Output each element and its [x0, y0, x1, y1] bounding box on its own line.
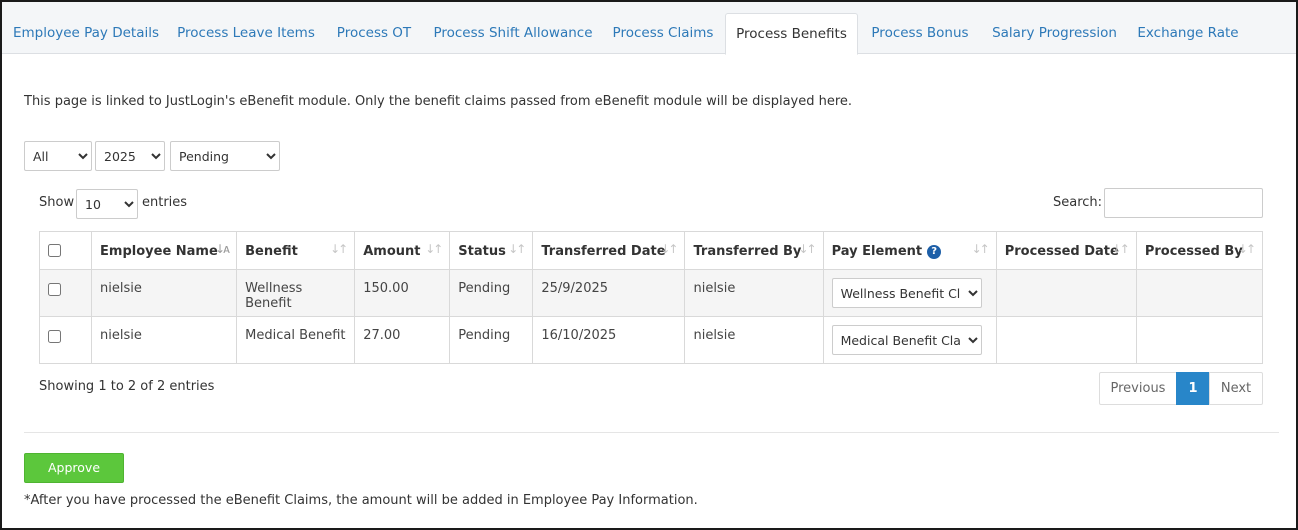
benefits-table: Employee Name ↓ᴀ Benefit ↓↑ Amount ↓↑ St… — [38, 231, 1264, 364]
sort-arrows-icon: ↓↑ — [660, 242, 678, 256]
row-select-cell — [38, 316, 93, 364]
transferred-by-cell: nielsie — [684, 269, 824, 317]
divider — [24, 432, 1279, 433]
row-select-cell — [38, 269, 93, 317]
sort-arrows-icon: ↓↑ — [798, 242, 816, 256]
column-header-processed-date[interactable]: Processed Date ↓↑ — [995, 231, 1137, 270]
pay-element-select[interactable]: Wellness Benefit Cl — [831, 278, 982, 308]
scope-filter-select[interactable]: All — [24, 141, 92, 171]
row-checkbox[interactable] — [48, 283, 61, 296]
page-frame: Employee Pay Details Process Leave Items… — [0, 0, 1298, 530]
column-header-employee-name[interactable]: Employee Name ↓ᴀ — [91, 231, 238, 270]
sort-arrows-icon: ↓↑ — [1111, 242, 1130, 256]
tab-bar: Employee Pay Details Process Leave Items… — [2, 2, 1296, 55]
tab-process-benefits[interactable]: Process Benefits — [725, 13, 858, 55]
tab-process-claims[interactable]: Process Claims — [602, 13, 724, 54]
amount-cell: 27.00 — [354, 316, 451, 364]
tab-employee-pay-details[interactable]: Employee Pay Details — [6, 13, 166, 54]
benefit-cell: Wellness Benefit — [236, 269, 356, 317]
column-header-transferred-date[interactable]: Transferred Date ↓↑ — [532, 231, 686, 270]
table-info-text: Showing 1 to 2 of 2 entries — [39, 379, 215, 394]
table-header-row: Employee Name ↓ᴀ Benefit ↓↑ Amount ↓↑ St… — [38, 231, 1264, 270]
question-circle-icon[interactable]: ? — [927, 245, 942, 259]
column-header-status[interactable]: Status ↓↑ — [449, 231, 534, 270]
entries-label: entries — [142, 195, 188, 210]
year-filter-select[interactable]: 2025 — [95, 141, 165, 171]
sort-arrows-icon: ↓↑ — [508, 242, 526, 256]
processed-by-cell — [1135, 316, 1264, 364]
column-header-transferred-by[interactable]: Transferred By ↓↑ — [684, 231, 824, 270]
column-header-label: Processed Date — [1004, 244, 1119, 259]
transferred-date-cell: 25/9/2025 — [532, 269, 686, 317]
transferred-date-cell: 16/10/2025 — [532, 316, 686, 364]
tab-process-bonus[interactable]: Process Bonus — [860, 13, 980, 54]
approve-button[interactable]: Approve — [24, 453, 124, 483]
column-header-label: Processed By — [1144, 244, 1243, 259]
processed-date-cell — [995, 269, 1137, 317]
sort-alpha-down-icon: ↓ᴀ — [214, 242, 230, 256]
row-checkbox[interactable] — [48, 330, 61, 343]
column-header-label: Employee Name — [100, 244, 218, 259]
table-row: nielsie Wellness Benefit 150.00 Pending … — [38, 269, 1264, 317]
processed-date-cell — [995, 316, 1137, 364]
select-all-header — [38, 231, 93, 270]
sort-arrows-icon: ↓↑ — [330, 242, 348, 256]
column-header-label: Status — [458, 244, 506, 259]
page-1-button[interactable]: 1 — [1176, 372, 1210, 405]
column-header-label: Pay Element — [831, 244, 923, 259]
column-header-processed-by[interactable]: Processed By ↓↑ — [1135, 231, 1264, 270]
sort-arrows-icon: ↓↑ — [971, 242, 990, 256]
footnote-text: *After you have processed the eBenefit C… — [24, 493, 698, 508]
processed-by-cell — [1135, 269, 1264, 317]
table-row: nielsie Medical Benefit 27.00 Pending 16… — [38, 316, 1264, 364]
pay-element-cell: Wellness Benefit Cl — [822, 269, 997, 317]
column-header-label: Transferred By — [693, 244, 802, 259]
column-header-amount[interactable]: Amount ↓↑ — [354, 231, 451, 270]
column-header-label: Amount — [363, 244, 421, 259]
previous-page-button[interactable]: Previous — [1099, 372, 1177, 405]
sort-arrows-icon: ↓↑ — [425, 242, 443, 256]
tab-process-leave-items[interactable]: Process Leave Items — [168, 13, 324, 54]
column-header-benefit[interactable]: Benefit ↓↑ — [236, 231, 356, 270]
column-header-pay-element[interactable]: Pay Element? ↓↑ — [822, 231, 997, 270]
show-label: Show — [39, 195, 75, 210]
search-label: Search: — [1053, 195, 1103, 210]
employee-name-cell: nielsie — [91, 316, 238, 364]
tab-salary-progression[interactable]: Salary Progression — [982, 13, 1127, 54]
status-cell: Pending — [449, 316, 534, 364]
select-all-checkbox[interactable] — [48, 244, 61, 257]
sort-arrows-icon: ↓↑ — [1237, 242, 1256, 256]
transferred-by-cell: nielsie — [684, 316, 824, 364]
tab-exchange-rate[interactable]: Exchange Rate — [1128, 13, 1248, 54]
employee-name-cell: nielsie — [91, 269, 238, 317]
info-text: This page is linked to JustLogin's eBene… — [24, 94, 853, 109]
entries-length-select[interactable]: 10 — [76, 189, 138, 219]
benefit-cell: Medical Benefit — [236, 316, 356, 364]
column-header-label: Benefit — [245, 244, 298, 259]
amount-cell: 150.00 — [354, 269, 451, 317]
status-filter-select[interactable]: Pending — [170, 141, 280, 171]
status-cell: Pending — [449, 269, 534, 317]
search-input[interactable] — [1104, 188, 1263, 218]
pay-element-cell: Medical Benefit Cla — [822, 316, 997, 364]
next-page-button[interactable]: Next — [1209, 372, 1263, 405]
tab-process-ot[interactable]: Process OT — [324, 13, 424, 54]
pay-element-select[interactable]: Medical Benefit Cla — [831, 325, 982, 355]
tab-process-shift-allowance[interactable]: Process Shift Allowance — [426, 13, 600, 54]
column-header-label: Transferred Date — [541, 244, 666, 259]
